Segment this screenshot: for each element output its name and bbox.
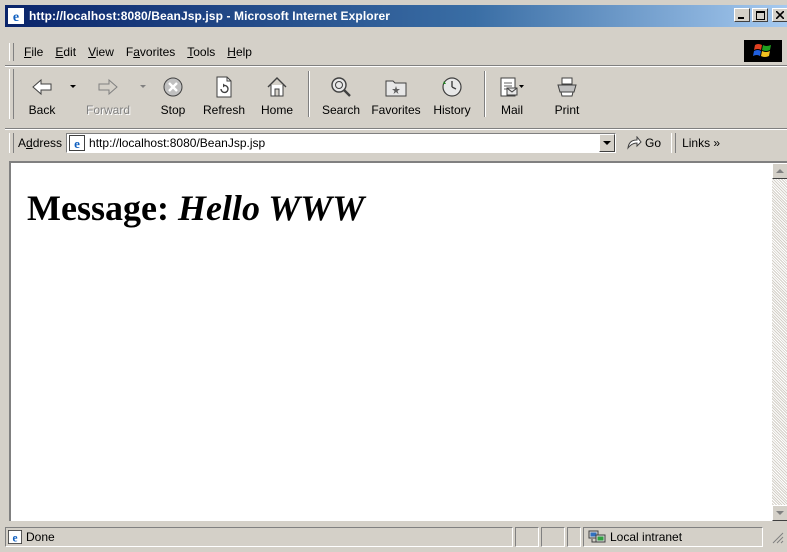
- status-pane-empty: [541, 527, 565, 547]
- search-icon: [331, 77, 351, 97]
- status-text: Done: [26, 530, 55, 544]
- favorites-button[interactable]: Favorites: [366, 67, 426, 121]
- history-button[interactable]: History: [426, 67, 478, 121]
- message-value: Hello WWW: [177, 188, 365, 228]
- chevron-down-icon: [776, 510, 784, 515]
- address-dropdown-button[interactable]: [599, 134, 616, 152]
- home-button[interactable]: Home: [252, 67, 302, 121]
- address-label: Address: [18, 136, 63, 150]
- resize-grip-icon[interactable]: [772, 532, 784, 547]
- print-button[interactable]: Print: [538, 67, 596, 121]
- page-done-icon: e: [8, 530, 22, 544]
- address-bar: Address e http://localhost:8080/BeanJsp.…: [5, 131, 787, 155]
- maximize-icon: [755, 10, 765, 20]
- standard-toolbar: Back Forward Stop Refresh Home Search Fa…: [5, 67, 787, 125]
- status-bar: e Done Local intranet: [5, 525, 787, 549]
- svg-text:e: e: [74, 136, 80, 151]
- browser-window: e http://localhost:8080/BeanJsp.jsp - Mi…: [0, 0, 787, 552]
- chevron-down-icon: [70, 85, 76, 88]
- address-url: http://localhost:8080/BeanJsp.jsp: [89, 136, 266, 150]
- search-button[interactable]: Search: [316, 67, 366, 121]
- forward-button[interactable]: Forward: [80, 67, 136, 121]
- menu-grip: [9, 43, 14, 61]
- toolbar-separator: [484, 71, 486, 117]
- close-button[interactable]: [772, 8, 787, 22]
- go-button[interactable]: Go: [626, 136, 661, 150]
- minimize-button[interactable]: [734, 8, 750, 22]
- message-heading: Message: Hello WWW: [27, 187, 364, 229]
- vertical-scrollbar[interactable]: [772, 163, 787, 521]
- menu-edit[interactable]: Edit: [49, 43, 82, 61]
- mail-icon: [500, 77, 524, 97]
- status-pane-empty: [567, 527, 581, 547]
- window-title: http://localhost:8080/BeanJsp.jsp - Micr…: [29, 9, 391, 23]
- history-clock-icon: [442, 77, 462, 97]
- chevron-up-icon: [776, 168, 784, 173]
- menu-bar: File Edit View Favorites Tools Help: [5, 40, 787, 63]
- page-content: Message: Hello WWW: [9, 161, 787, 521]
- refresh-button[interactable]: Refresh: [196, 67, 252, 121]
- ie-logo-icon: e: [8, 8, 24, 24]
- refresh-icon: [216, 76, 232, 98]
- back-arrow-icon: [32, 78, 52, 96]
- scroll-down-button[interactable]: [772, 505, 787, 521]
- security-zone-pane[interactable]: Local intranet: [583, 527, 763, 547]
- menu-file[interactable]: File: [18, 43, 49, 61]
- forward-dropdown[interactable]: [136, 73, 150, 101]
- forward-arrow-icon: [98, 78, 118, 96]
- mail-button[interactable]: Mail: [492, 67, 532, 121]
- message-label: Message:: [27, 188, 169, 228]
- printer-icon: [557, 77, 577, 97]
- scroll-up-button[interactable]: [772, 163, 787, 179]
- title-bar[interactable]: e http://localhost:8080/BeanJsp.jsp - Mi…: [5, 5, 787, 27]
- address-accelerator: d: [26, 136, 33, 150]
- stop-icon: [163, 77, 183, 97]
- close-icon: [776, 11, 784, 19]
- address-grip: [9, 133, 14, 153]
- menu-tools[interactable]: Tools: [181, 43, 221, 61]
- menu-view[interactable]: View: [82, 43, 120, 61]
- home-icon: [267, 77, 287, 97]
- security-zone-label: Local intranet: [610, 530, 683, 544]
- svg-text:e: e: [13, 10, 19, 24]
- status-text-pane: e Done: [5, 527, 513, 547]
- menu-favorites[interactable]: Favorites: [120, 43, 181, 61]
- chevron-down-icon: [603, 140, 612, 145]
- local-intranet-icon: [588, 530, 606, 544]
- minimize-icon: [738, 17, 744, 19]
- links-button[interactable]: Links »: [682, 136, 720, 150]
- chevron-down-icon: [140, 85, 146, 88]
- page-icon: e: [69, 135, 86, 151]
- favorites-folder-icon: [385, 80, 407, 97]
- back-dropdown[interactable]: [66, 73, 80, 101]
- back-button[interactable]: Back: [18, 67, 66, 121]
- toolbar-grip: [9, 69, 14, 119]
- menu-help[interactable]: Help: [221, 43, 258, 61]
- toolbar-separator-line: [5, 128, 787, 130]
- chevron-more-icon: »: [713, 136, 721, 150]
- toolbar-separator: [308, 71, 310, 117]
- links-grip: [671, 133, 677, 153]
- address-input[interactable]: e http://localhost:8080/BeanJsp.jsp: [66, 133, 617, 153]
- status-pane-empty: [515, 527, 539, 547]
- maximize-button[interactable]: [752, 8, 768, 22]
- windows-logo-icon: [744, 40, 782, 62]
- svg-text:e: e: [12, 532, 17, 544]
- go-arrow-icon: [627, 136, 642, 150]
- stop-button[interactable]: Stop: [150, 67, 196, 121]
